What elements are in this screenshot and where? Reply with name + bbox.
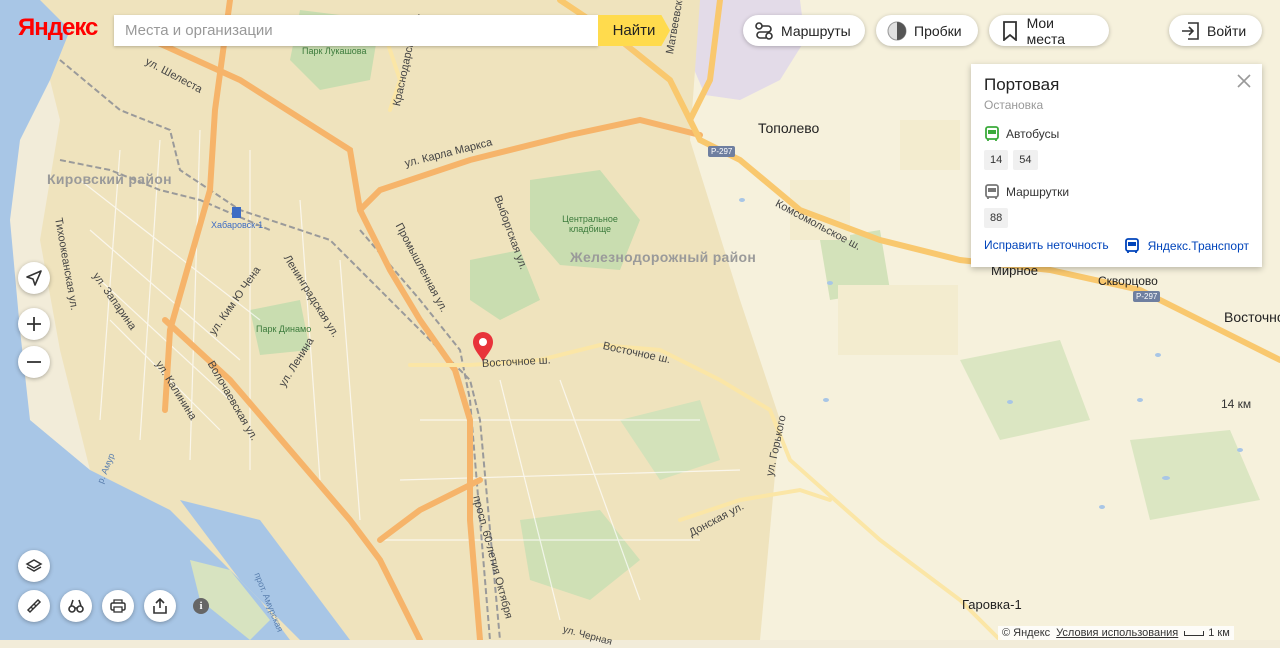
ruler-icon	[26, 598, 42, 614]
zoom-in-icon	[27, 317, 41, 331]
routes-button[interactable]: Маршруты	[743, 15, 865, 46]
traffic-label: Пробки	[914, 22, 962, 39]
bookmark-icon	[999, 20, 1021, 42]
login-icon	[1179, 20, 1201, 42]
login-label: Войти	[1207, 22, 1247, 39]
my-places-button[interactable]: Мои места	[989, 14, 1109, 47]
minibuses-label: Маршрутки	[1006, 185, 1070, 199]
logo-text: Яндекс	[18, 14, 98, 41]
search-button[interactable]: Найти	[598, 15, 670, 46]
stop-subtitle: Остановка	[984, 98, 1044, 112]
town-label: Восточное	[1224, 309, 1280, 325]
copyright-text: © Яндекс	[1002, 627, 1051, 639]
town-label: Скворцово	[1098, 274, 1158, 288]
location-icon	[26, 270, 42, 286]
close-icon[interactable]	[1236, 73, 1252, 89]
share-button[interactable]	[144, 590, 176, 622]
transport-link-label: Яндекс.Транспорт	[1147, 239, 1249, 253]
bus-routes: 14 54	[984, 150, 1249, 170]
yandex-transport-link[interactable]: Яндекс.Транспорт	[1124, 238, 1249, 254]
stop-info-card: Портовая Остановка Автобусы 14 54 Маршру…	[971, 64, 1262, 267]
buses-row: Автобусы	[984, 126, 1249, 142]
panorama-button[interactable]	[60, 590, 92, 622]
distance-label: 14 км	[1221, 397, 1252, 411]
info-icon[interactable]: i	[193, 598, 209, 614]
scale-label: 1 км	[1208, 627, 1230, 639]
traffic-icon	[886, 20, 908, 42]
route-chip[interactable]: 54	[1013, 150, 1038, 170]
share-icon	[153, 597, 167, 614]
route-chip[interactable]: 14	[984, 150, 1009, 170]
minibuses-row: Маршрутки	[984, 184, 1249, 200]
road-badge: Р-297	[1133, 291, 1161, 302]
zoom-out-button[interactable]	[18, 346, 50, 378]
ruler-button[interactable]	[18, 590, 50, 622]
park-label: Центральное кладбище	[562, 214, 618, 234]
terms-link[interactable]: Условия использования	[1056, 627, 1178, 639]
bus-icon	[1124, 238, 1139, 253]
district-label: Кировский район	[47, 171, 172, 187]
bus-icon	[985, 126, 999, 141]
minibus-icon	[985, 184, 999, 199]
print-icon	[110, 599, 126, 613]
routes-label: Маршруты	[781, 22, 851, 39]
fix-inaccuracy-link[interactable]: Исправить неточность	[984, 238, 1109, 254]
district-label: Железнодорожный район	[570, 249, 757, 265]
my-places-label: Мои места	[1026, 14, 1066, 47]
locate-button[interactable]	[18, 262, 50, 294]
minibus-routes: 88	[984, 208, 1249, 228]
binoculars-icon	[68, 599, 84, 613]
park-label: Парк Динамо	[256, 324, 312, 334]
route-chip[interactable]: 88	[984, 208, 1009, 228]
print-button[interactable]	[102, 590, 134, 622]
copyright-bar: © Яндекс Условия использования 1 км	[998, 626, 1234, 640]
login-button[interactable]: Войти	[1169, 15, 1262, 46]
layers-button[interactable]	[18, 550, 50, 582]
town-label: Тополево	[758, 120, 820, 136]
routes-icon	[753, 20, 775, 42]
road-badge: Р-297	[708, 146, 736, 157]
station-label: Хабаровск-1	[211, 220, 264, 230]
buses-label: Автобусы	[1006, 127, 1060, 141]
zoom-in-button[interactable]	[18, 308, 50, 340]
layers-icon	[25, 559, 43, 572]
scale-line	[1184, 630, 1205, 636]
park-label: Парк Лукашова	[302, 46, 367, 56]
card-footer: Исправить неточность Яндекс.Транспорт	[984, 238, 1249, 254]
stop-title: Портовая	[984, 75, 1060, 94]
traffic-button[interactable]: Пробки	[876, 15, 978, 46]
town-label: Гаровка-1	[962, 597, 1022, 612]
zoom-out-icon	[27, 361, 41, 363]
search-input[interactable]	[114, 15, 598, 46]
yandex-logo[interactable]: Яндекс	[18, 14, 98, 42]
scale-bar: 1 км	[1184, 627, 1230, 639]
